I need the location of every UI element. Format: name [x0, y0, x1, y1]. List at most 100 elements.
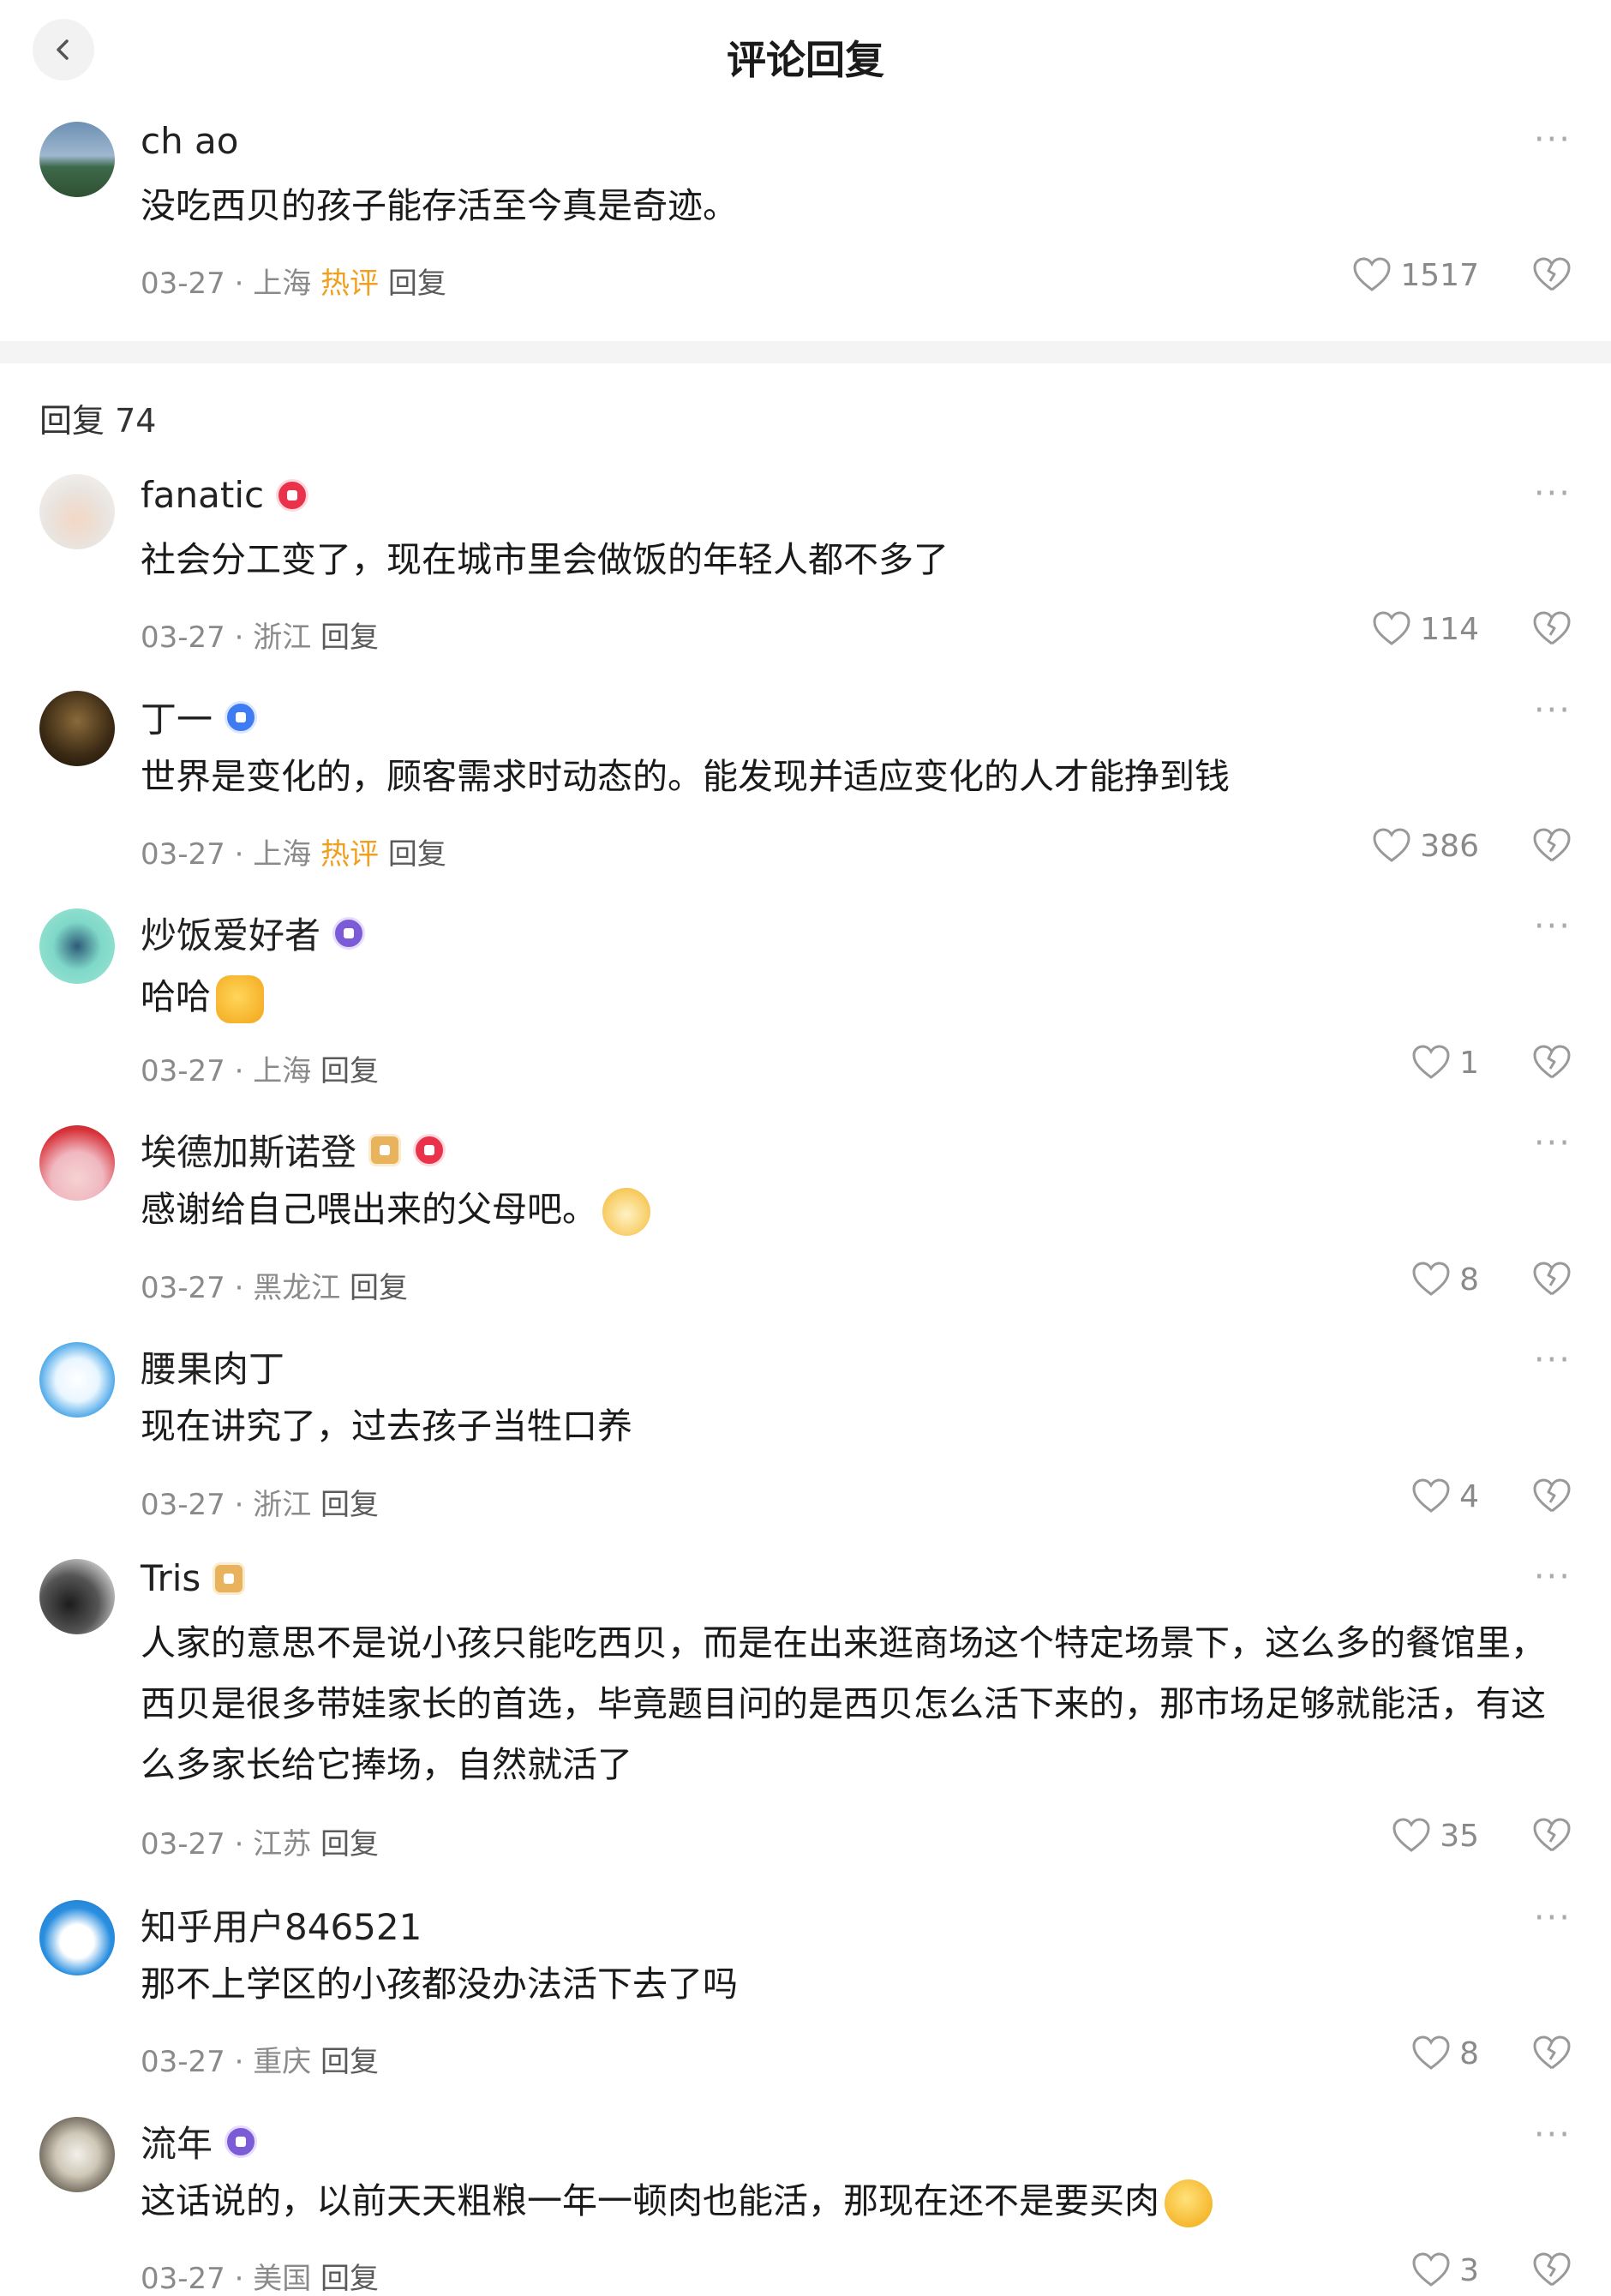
broken-heart-icon	[1533, 2252, 1571, 2287]
more-dots-icon[interactable]: ···	[1534, 2115, 1572, 2155]
dislike-button[interactable]	[1532, 2252, 1572, 2292]
broken-heart-icon	[1533, 1478, 1571, 1513]
dislike-button[interactable]	[1532, 611, 1572, 650]
thumbs-up-emoji-icon	[216, 975, 264, 1023]
chat-badge-icon	[225, 2125, 258, 2158]
dislike-button[interactable]	[1532, 1478, 1572, 1518]
dislike-button[interactable]	[1532, 1045, 1572, 1084]
broken-heart-icon	[1533, 611, 1571, 645]
comment-meta: 03-27 · 美国 回复	[141, 2262, 380, 2296]
username[interactable]: 埃德加斯诺登	[141, 1124, 446, 1176]
more-dots-icon[interactable]: ···	[1534, 120, 1572, 159]
reply-button[interactable]: 回复	[320, 620, 379, 655]
like-button[interactable]: 35	[1392, 1818, 1479, 1854]
comment-text: 人家的意思不是说小孩只能吃西贝，而是在出来逛商场这个特定场景下，这么多的餐馆里，…	[141, 1622, 1546, 1785]
comment-text: 没吃西贝的孩子能存活至今真是奇迹。	[141, 185, 738, 226]
hot-badge: 热评	[320, 837, 380, 872]
username[interactable]: Tris	[141, 1557, 246, 1599]
avatar[interactable]	[39, 474, 115, 549]
username[interactable]: 知乎用户846521	[141, 1898, 422, 1951]
thumbs-up-badge-icon	[276, 478, 309, 512]
comment-text: 社会分工变了，现在城市里会做饭的年轻人都不多了	[141, 539, 949, 580]
comment-text: 现在讲究了，过去孩子当牲口养	[141, 1406, 632, 1447]
reply-button[interactable]: 回复	[320, 2262, 379, 2296]
like-button[interactable]: 4	[1411, 1478, 1479, 1514]
thinking-face-emoji-icon	[1165, 2179, 1213, 2227]
comment-location: 上海	[253, 267, 312, 301]
section-divider	[0, 341, 1611, 363]
username[interactable]: 流年	[141, 2115, 258, 2167]
comment-meta: 03-27 · 黑龙江 回复	[141, 1271, 409, 1305]
like-button[interactable]: 8	[1411, 1262, 1479, 1298]
avatar[interactable]	[39, 908, 115, 984]
heart-icon	[1373, 828, 1410, 862]
hot-badge: 热评	[320, 267, 380, 301]
comment-text: 哈哈	[141, 967, 1580, 1028]
header: 评论回复	[0, 0, 1611, 111]
dislike-button[interactable]	[1532, 1262, 1572, 1301]
like-button[interactable]: 386	[1372, 828, 1479, 864]
comment-meta: 03-27 · 江苏 回复	[141, 1827, 380, 1861]
dislike-button[interactable]	[1532, 1818, 1572, 1857]
username[interactable]: 丁一	[141, 691, 258, 743]
more-dots-icon[interactable]: ···	[1534, 1557, 1572, 1597]
comment-meta: 03-27 · 上海 回复	[141, 1054, 380, 1088]
like-button[interactable]: 8	[1411, 2035, 1479, 2071]
avatar[interactable]	[39, 122, 115, 197]
reply-button[interactable]: 回复	[388, 837, 446, 872]
username[interactable]: 腰果肉丁	[141, 1340, 284, 1393]
more-dots-icon[interactable]: ···	[1534, 691, 1572, 730]
comment-text: 那不上学区的小孩都没办法活下去了吗	[141, 1963, 738, 2005]
comment-text: 世界是变化的，顾客需求时动态的。能发现并适应变化的人才能挣到钱	[141, 756, 1230, 797]
verified-badge-icon	[225, 700, 258, 734]
heart-icon	[1353, 257, 1391, 291]
like-button[interactable]: 114	[1372, 611, 1479, 647]
like-button[interactable]: 3	[1411, 2252, 1479, 2288]
reply-button[interactable]: 回复	[320, 2045, 379, 2079]
avatar[interactable]	[39, 1559, 115, 1634]
dislike-button[interactable]	[1532, 828, 1572, 867]
comment-meta: 03-27 · 重庆 回复	[141, 2045, 380, 2079]
username[interactable]: ch ao	[141, 120, 239, 162]
page-title: 评论回复	[727, 37, 884, 83]
comment-date: 03-27	[141, 267, 225, 301]
more-dots-icon[interactable]: ···	[1534, 1124, 1572, 1163]
username[interactable]: fanatic	[141, 474, 309, 516]
heart-icon	[1392, 1818, 1430, 1852]
thumbs-up-badge-icon	[413, 1133, 446, 1166]
like-button[interactable]: 1517	[1352, 257, 1479, 293]
comment-meta: 03-27 · 浙江 回复	[141, 620, 380, 655]
reply-button[interactable]: 回复	[320, 1827, 379, 1861]
more-dots-icon[interactable]: ···	[1534, 1340, 1572, 1380]
comment-text: 感谢给自己喂出来的父母吧。	[141, 1179, 1580, 1240]
broken-heart-icon	[1533, 828, 1571, 862]
reply-button[interactable]: 回复	[320, 1488, 379, 1522]
more-dots-icon[interactable]: ···	[1534, 474, 1572, 513]
broken-heart-icon	[1533, 1818, 1571, 1852]
broken-heart-icon	[1533, 2035, 1571, 2070]
avatar[interactable]	[39, 1342, 115, 1418]
cat-face-emoji-icon	[602, 1188, 650, 1236]
dislike-button[interactable]	[1532, 2035, 1572, 2075]
comment-meta: 03-27 · 浙江 回复	[141, 1488, 380, 1522]
avatar[interactable]	[39, 1125, 115, 1201]
chat-badge-icon	[332, 916, 366, 950]
heart-icon	[1412, 1262, 1450, 1296]
reply-button[interactable]: 回复	[350, 1271, 408, 1305]
more-dots-icon[interactable]: ···	[1534, 907, 1572, 946]
reply-button[interactable]: 回复	[388, 267, 446, 301]
avatar[interactable]	[39, 2117, 115, 2192]
level-badge-icon	[368, 1133, 402, 1166]
like-count: 1517	[1400, 257, 1479, 293]
avatar[interactable]	[39, 1900, 115, 1975]
avatar[interactable]	[39, 691, 115, 766]
level-badge-icon	[213, 1562, 246, 1595]
broken-heart-icon	[1533, 1262, 1571, 1296]
dislike-button[interactable]	[1532, 257, 1572, 297]
more-dots-icon[interactable]: ···	[1534, 1898, 1572, 1938]
like-button[interactable]: 1	[1411, 1045, 1479, 1081]
heart-icon	[1412, 2252, 1450, 2287]
reply-button[interactable]: 回复	[320, 1054, 379, 1088]
username[interactable]: 炒饭爱好者	[141, 907, 366, 959]
broken-heart-icon	[1533, 1045, 1571, 1079]
